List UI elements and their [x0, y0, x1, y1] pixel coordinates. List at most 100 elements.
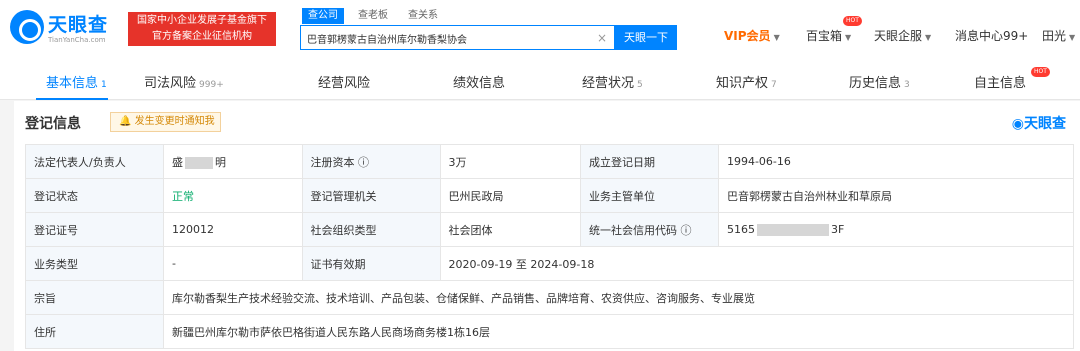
close-icon[interactable]: × [597, 31, 607, 45]
status-label: 登记状态 [25, 178, 164, 213]
legal-representative-label: 法定代表人/负责人 [25, 144, 164, 179]
business-type-label: 业务类型 [25, 246, 164, 281]
tab-operating-status[interactable]: 经营状况 5 [582, 72, 643, 91]
purpose-value: 库尔勒香梨生产技术经验交流、技术培训、产品包装、仓储保鲜、产品销售、品牌培育、农… [163, 280, 1074, 315]
supervisor-value: 巴音郭楞蒙古自治州林业和草原局 [717, 178, 1075, 213]
enterprise-service-menu[interactable]: 天眼企服 ▼ [874, 27, 931, 45]
table-row: 登记证号 120012 社会组织类型 社会团体 统一社会信用代码 ⓘ 5165 3… [25, 212, 1075, 247]
supervisor-label: 业务主管单位 [579, 178, 719, 213]
registered-capital-label: 注册资本 ⓘ [301, 144, 441, 179]
tab-intellectual-property[interactable]: 知识产权 7 [716, 72, 777, 91]
tab-self-info[interactable]: 自主信息 [974, 72, 1026, 91]
purpose-label: 宗旨 [25, 280, 164, 315]
search-tab-boss[interactable]: 查老板 [352, 8, 394, 24]
chevron-down-icon: ▼ [845, 33, 852, 42]
hot-badge: HOT [843, 16, 862, 26]
enterprise-service-label: 天眼企服 [874, 29, 923, 43]
government-badge-line-2: 官方备案企业征信机构 [152, 31, 252, 42]
tab-intellectual-property-label: 知识产权 [716, 76, 769, 91]
top-header: 天眼查 TianYanCha.com 国家中小企业发展子基金旗下 官方备案企业征… [0, 0, 1080, 60]
search-tab-relations[interactable]: 查关系 [402, 8, 444, 24]
search-tabs: 查公司 查老板 查关系 [302, 8, 444, 24]
tab-operating-risk-label: 经营风险 [318, 76, 371, 91]
business-type-value: - [163, 246, 303, 281]
registered-capital-label-text: 注册资本 [310, 155, 355, 169]
section-brand-logo: ◉天眼查 [1011, 116, 1066, 132]
tab-basic-info-label: 基本信息 [46, 76, 99, 91]
credit-code-visible-end: 3F [830, 223, 845, 236]
status-value: 正常 [163, 178, 303, 213]
tab-legal-risk[interactable]: 司法风险 999+ [144, 72, 224, 91]
address-label: 住所 [25, 314, 164, 349]
tab-basic-info[interactable]: 基本信息 1 [46, 72, 107, 91]
credit-code-label: 统一社会信用代码 ⓘ [579, 212, 719, 247]
redaction-mask [185, 156, 213, 169]
section-brand-label: 天眼查 [1024, 116, 1066, 132]
message-center-link[interactable]: 消息中心99+ [955, 27, 1028, 45]
validity-value: 2020-09-19 至 2024-09-18 [439, 246, 1074, 281]
tab-history-info-label: 历史信息 [849, 76, 902, 91]
organization-type-label: 社会组织类型 [301, 212, 441, 247]
tab-legal-risk-label: 司法风险 [144, 76, 197, 91]
legal-representative-value: 盛明 [163, 144, 303, 179]
search-input[interactable]: 巴音郭楞蒙古自治州库尔勒香梨协会 [300, 25, 615, 50]
credit-code-label-text: 统一社会信用代码 [588, 223, 677, 237]
company-detail-tabs: 基本信息 1 司法风险 999+ 经营风险 绩效信息 经营状况 5 知识产权 7 历史信… [0, 60, 1080, 100]
table-row: 登记状态 正常 登记管理机关 巴州民政局 业务主管单位 巴音郭楞蒙古自治州林业和… [25, 178, 1075, 213]
tianyancha-logo[interactable]: 天眼查 TianYanCha.com [10, 8, 120, 48]
logo-title: 天眼查 [48, 14, 109, 36]
validity-label: 证书有效期 [301, 246, 441, 281]
user-name: 田光 [1042, 29, 1067, 43]
registered-capital-value: 3万 [439, 144, 581, 179]
authority-label: 登记管理机关 [301, 178, 441, 213]
help-icon[interactable]: ⓘ [358, 156, 369, 169]
user-menu[interactable]: 田光 ▼ [1042, 27, 1075, 45]
tab-operating-status-count: 5 [637, 80, 643, 90]
tab-basic-info-count: 1 [101, 80, 107, 90]
change-notice-button[interactable]: 🔔 发生变更时通知我 [110, 112, 221, 132]
authority-value: 巴州民政局 [439, 178, 581, 213]
vip-member-menu[interactable]: VIP会员 ▼ [724, 27, 780, 45]
established-date-label: 成立登记日期 [579, 144, 719, 179]
chevron-down-icon: ▼ [1069, 33, 1076, 42]
treasure-box-label: 百宝箱 [806, 29, 843, 43]
established-date-value: 1994-06-16 [717, 144, 1075, 179]
tab-performance-info[interactable]: 绩效信息 [453, 72, 505, 91]
tab-intellectual-property-count: 7 [771, 80, 777, 90]
legal-representative-visible-start: 盛 [172, 155, 183, 169]
government-badge: 国家中小企业发展子基金旗下 官方备案企业征信机构 [128, 12, 276, 46]
organization-type-value: 社会团体 [439, 212, 581, 247]
search-tab-company[interactable]: 查公司 [302, 8, 344, 24]
eye-logo-icon [10, 10, 44, 44]
section-title: 登记信息 [25, 116, 81, 132]
treasure-box-menu[interactable]: 百宝箱 ▼ [806, 27, 851, 45]
redaction-mask [756, 224, 829, 236]
tab-history-info-count: 3 [904, 80, 910, 90]
vip-member-label: VIP会员 [724, 29, 771, 43]
registration-section: 登记信息 🔔 发生变更时通知我 ◉天眼查 法定代表人/负责人 盛明 注册资本 ⓘ… [14, 101, 1080, 351]
table-row: 业务类型 - 证书有效期 2020-09-19 至 2024-09-18 [25, 246, 1074, 281]
government-badge-line-1: 国家中小企业发展子基金旗下 [137, 15, 267, 26]
hot-badge: HOT [1031, 67, 1050, 77]
tab-operating-risk[interactable]: 经营风险 [318, 72, 370, 91]
credit-code-visible-start: 5165 [726, 223, 755, 236]
active-tab-indicator [36, 98, 108, 100]
chevron-down-icon: ▼ [925, 33, 932, 42]
search-button[interactable]: 天眼一下 [615, 25, 677, 50]
table-row: 住所 新疆巴州库尔勒市萨依巴格街道人民东路人民商场商务楼1栋16层 [25, 314, 1074, 349]
help-icon[interactable]: ⓘ [680, 224, 691, 237]
tab-operating-status-label: 经营状况 [582, 76, 635, 91]
registration-info-table: 法定代表人/负责人 盛明 注册资本 ⓘ 3万 成立登记日期 1994-06-16… [25, 144, 1075, 349]
chevron-down-icon: ▼ [773, 33, 780, 42]
certificate-value: 120012 [163, 212, 303, 247]
certificate-label: 登记证号 [25, 212, 164, 247]
credit-code-value: 5165 3F [717, 212, 1075, 247]
tab-history-info[interactable]: 历史信息 3 [849, 72, 910, 91]
logo-site: TianYanCha.com [48, 36, 106, 44]
legal-representative-visible-end: 明 [215, 155, 226, 169]
table-row: 法定代表人/负责人 盛明 注册资本 ⓘ 3万 成立登记日期 1994-06-16 [25, 144, 1075, 179]
tab-self-info-label: 自主信息 [974, 76, 1027, 91]
tab-performance-info-label: 绩效信息 [453, 76, 506, 91]
table-row: 宗旨 库尔勒香梨生产技术经验交流、技术培训、产品包装、仓储保鲜、产品销售、品牌培… [25, 280, 1074, 315]
tab-legal-risk-count: 999+ [199, 80, 224, 90]
